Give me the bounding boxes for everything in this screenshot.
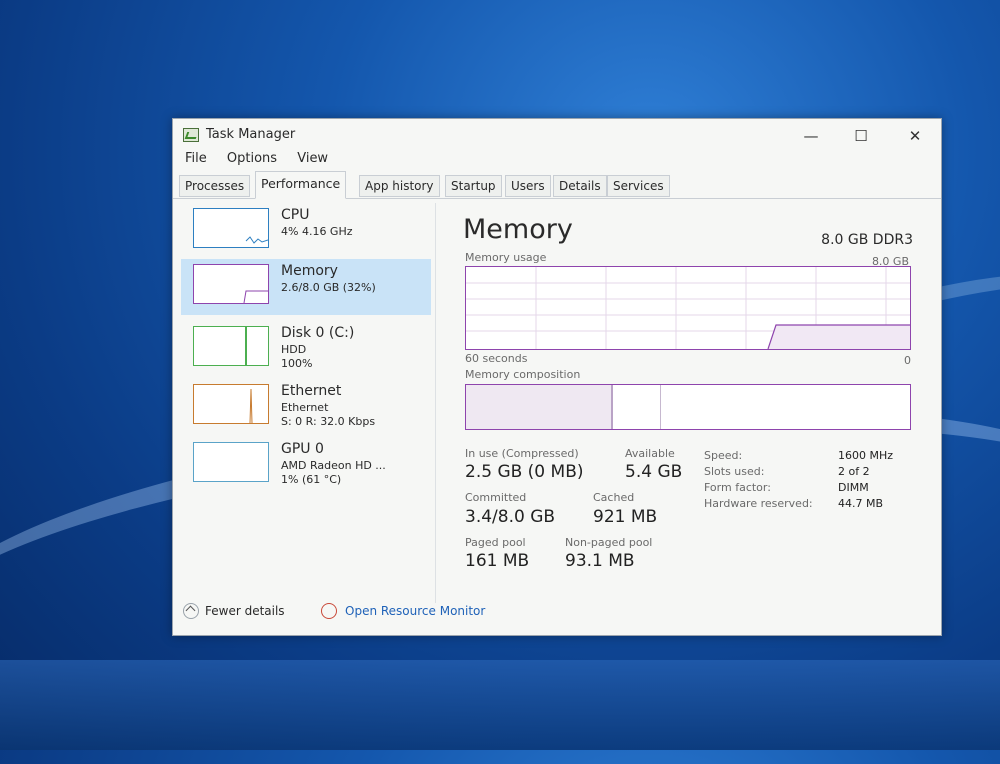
memory-panel: Memory 8.0 GB DDR3 Memory usage 8.0 GB 6… — [463, 214, 913, 604]
sidebar-item-detail: HDD — [281, 343, 307, 356]
resource-monitor-icon[interactable] — [321, 603, 337, 619]
window-title: Task Manager — [206, 127, 296, 142]
usage-label: Memory usage — [465, 251, 547, 264]
menu-view[interactable]: View — [297, 151, 328, 166]
gpu-thumbnail — [193, 442, 269, 482]
sidebar-item-name: Memory — [281, 263, 338, 279]
spec-slots-value: 2 of 2 — [838, 465, 870, 478]
menu-file[interactable]: File — [185, 151, 207, 166]
paged-pool-label: Paged pool — [465, 536, 526, 549]
memory-type: 8.0 GB DDR3 — [821, 232, 913, 248]
cpu-thumbnail — [193, 208, 269, 248]
title-bar: Task Manager — ☐ ✕ — [173, 119, 941, 149]
menu-bar: File Options View — [185, 151, 344, 166]
sidebar-item-disk[interactable]: Disk 0 (C:) HDD 100% — [181, 323, 431, 379]
chevron-up-icon[interactable] — [183, 603, 199, 619]
composition-modified — [613, 385, 661, 429]
sidebar-item-name: CPU — [281, 207, 310, 223]
time-span-label: 60 seconds — [465, 352, 528, 365]
sidebar-item-detail: Ethernet — [281, 401, 329, 414]
task-manager-icon — [183, 128, 199, 142]
spec-slots-key: Slots used: — [704, 465, 765, 478]
memory-usage-graph — [465, 266, 911, 350]
sidebar-item-memory[interactable]: Memory 2.6/8.0 GB (32%) — [181, 259, 431, 315]
tab-details[interactable]: Details — [553, 175, 607, 197]
in-use-label: In use (Compressed) — [465, 447, 579, 460]
sidebar-item-name: Disk 0 (C:) — [281, 325, 355, 341]
ethernet-thumbnail — [193, 384, 269, 424]
available-label: Available — [625, 447, 675, 460]
minimize-icon[interactable]: — — [791, 125, 831, 147]
committed-value: 3.4/8.0 GB — [465, 507, 556, 527]
sidebar-item-detail: 4% 4.16 GHz — [281, 225, 353, 238]
nonpaged-pool-label: Non-paged pool — [565, 536, 653, 549]
memory-usage-svg — [466, 267, 910, 350]
cpu-mini-graph — [245, 236, 269, 244]
performance-sidebar: CPU 4% 4.16 GHz Memory 2.6/8.0 GB (32%) … — [181, 205, 431, 595]
sidebar-item-name: GPU 0 — [281, 441, 324, 457]
cached-label: Cached — [593, 491, 635, 504]
composition-in-use — [466, 385, 613, 429]
disk-mini-graph — [245, 327, 247, 365]
tab-bar: Processes Performance App history Startu… — [179, 171, 935, 199]
sidebar-item-name: Ethernet — [281, 383, 342, 399]
spec-hw-reserved-value: 44.7 MB — [838, 497, 884, 510]
memory-thumbnail — [193, 264, 269, 304]
spec-speed-key: Speed: — [704, 449, 743, 462]
committed-label: Committed — [465, 491, 527, 504]
close-icon[interactable]: ✕ — [895, 125, 935, 147]
available-value: 5.4 GB — [625, 462, 683, 482]
spec-speed-value: 1600 MHz — [838, 449, 894, 462]
memory-mini-graph — [243, 290, 268, 304]
ethernet-mini-graph — [249, 388, 253, 424]
sidebar-item-ethernet[interactable]: Ethernet Ethernet S: 0 R: 32.0 Kbps — [181, 381, 431, 437]
page-title: Memory — [463, 214, 573, 245]
paged-pool-value: 161 MB — [465, 551, 530, 571]
open-resource-monitor-link[interactable]: Open Resource Monitor — [345, 604, 485, 618]
menu-options[interactable]: Options — [227, 151, 277, 166]
spec-hw-reserved-key: Hardware reserved: — [704, 497, 813, 510]
sidebar-item-detail-2: S: 0 R: 32.0 Kbps — [281, 415, 376, 428]
sidebar-item-detail-2: 1% (61 °C) — [281, 473, 342, 486]
panel-divider — [435, 203, 436, 603]
spec-form-factor-key: Form factor: — [704, 481, 771, 494]
sidebar-item-detail-2: 100% — [281, 357, 313, 370]
tab-processes[interactable]: Processes — [179, 175, 251, 197]
fewer-details-link[interactable]: Fewer details — [205, 604, 285, 618]
tab-app-history[interactable]: App history — [359, 175, 440, 197]
nonpaged-pool-value: 93.1 MB — [565, 551, 635, 571]
tab-users[interactable]: Users — [505, 175, 551, 197]
memory-composition-bar — [465, 384, 911, 430]
tab-performance[interactable]: Performance — [255, 171, 347, 199]
sidebar-item-detail: AMD Radeon HD ... — [281, 459, 386, 472]
composition-label: Memory composition — [465, 368, 581, 381]
maximize-icon[interactable]: ☐ — [841, 125, 881, 147]
wallpaper-shade — [0, 660, 1000, 750]
task-manager-window: Task Manager — ☐ ✕ File Options View Pro… — [172, 118, 942, 636]
tab-services[interactable]: Services — [607, 175, 670, 197]
tab-startup[interactable]: Startup — [445, 175, 502, 197]
cached-value: 921 MB — [593, 507, 658, 527]
sidebar-item-detail: 2.6/8.0 GB (32%) — [281, 281, 376, 294]
axis-zero-label: 0 — [904, 354, 911, 367]
spec-form-factor-value: DIMM — [838, 481, 869, 494]
disk-thumbnail — [193, 326, 269, 366]
sidebar-item-gpu[interactable]: GPU 0 AMD Radeon HD ... 1% (61 °C) — [181, 439, 431, 495]
sidebar-item-cpu[interactable]: CPU 4% 4.16 GHz — [181, 205, 431, 261]
in-use-value: 2.5 GB (0 MB) — [465, 462, 584, 482]
